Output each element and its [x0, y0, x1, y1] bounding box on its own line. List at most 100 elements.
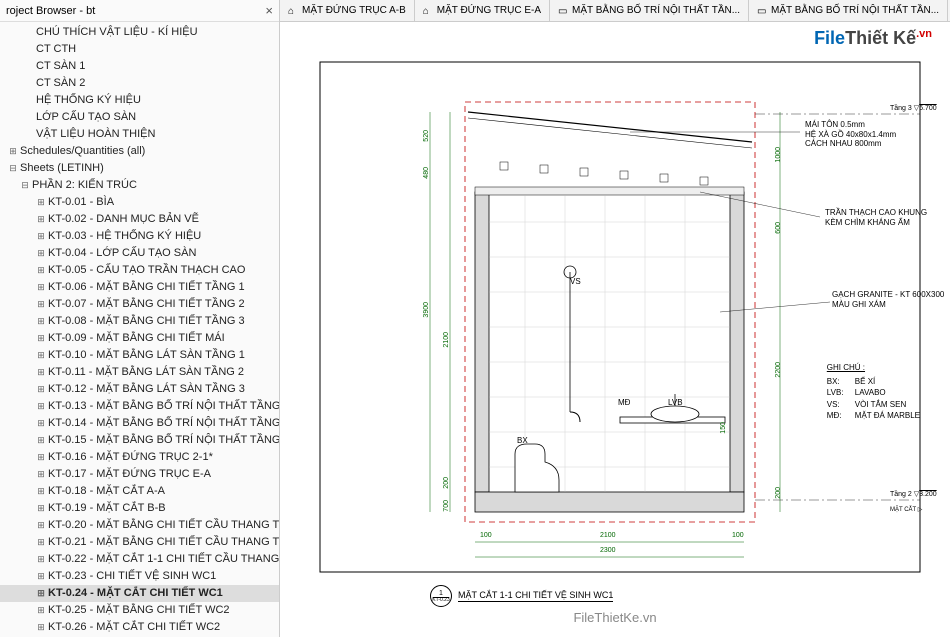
collapse-icon[interactable]: ⊟	[20, 178, 30, 193]
tree-item[interactable]: HỆ THỐNG KÝ HIỆU	[0, 92, 279, 109]
sheet-label: KT-0.11 - MẶT BẰNG LÁT SÀN TẦNG 2	[48, 366, 244, 378]
project-browser-panel[interactable]: roject Browser - bt × CHÚ THÍCH VẬT LIỆU…	[0, 0, 280, 637]
sheet-item[interactable]: ⊞KT-0.07 - MẶT BẰNG CHI TIẾT TẦNG 2	[0, 296, 279, 313]
dim: 2100	[443, 332, 450, 348]
tree-item[interactable]: CT SÀN 1	[0, 58, 279, 75]
content-area: ⌂MẶT ĐỨNG TRỤC A-B ⌂MẶT ĐỨNG TRỤC E-A ▭M…	[280, 0, 950, 637]
sheet-label: KT-0.26 - MẶT CẮT CHI TIẾT WC2	[48, 621, 220, 633]
sheet-item[interactable]: ⊞KT-0.16 - MẶT ĐỨNG TRỤC 2-1*	[0, 449, 279, 466]
section-marker: MẶT CẮT ▷	[890, 507, 922, 514]
tree-section[interactable]: ⊟PHẦN 2: KIẾN TRÚC	[0, 177, 279, 194]
browser-tree: CHÚ THÍCH VẬT LIỆU - KÍ HIỆU CT CTH CT S…	[0, 22, 279, 637]
close-icon[interactable]: ×	[265, 3, 273, 18]
sheet-label: KT-0.17 - MẶT ĐỨNG TRỤC E-A	[48, 468, 211, 480]
sheet-item[interactable]: ⊞KT-0.11 - MẶT BẰNG LÁT SÀN TẦNG 2	[0, 364, 279, 381]
sheet-item[interactable]: ⊞KT-0.12 - MẶT BẰNG LÁT SÀN TẦNG 3	[0, 381, 279, 398]
expand-icon[interactable]: ⊞	[36, 229, 46, 244]
level-marker-bottom: Tầng 2 ▽3.200	[890, 491, 937, 499]
expand-icon[interactable]: ⊞	[36, 535, 46, 550]
sheet-item[interactable]: ⊞KT-0.15 - MẶT BẰNG BỐ TRÍ NỘI THẤT TẦNG…	[0, 432, 279, 449]
view-title: 1 KT-0.23 MẶT CẮT 1-1 CHI TIẾT VỆ SINH W…	[430, 585, 613, 607]
tree-item[interactable]: VẬT LIỆU HOÀN THIỆN	[0, 126, 279, 143]
sheet-item[interactable]: ⊞KT-0.06 - MẶT BẰNG CHI TIẾT TẦNG 1	[0, 279, 279, 296]
expand-icon[interactable]: ⊞	[36, 246, 46, 261]
drawing-canvas[interactable]: FileThiết Kế.vn	[280, 22, 950, 637]
sheet-item[interactable]: ⊞KT-0.10 - MẶT BẰNG LÁT SÀN TẦNG 1	[0, 347, 279, 364]
sheet-item[interactable]: ⊞KT-0.08 - MẶT BẰNG CHI TIẾT TẦNG 3	[0, 313, 279, 330]
expand-icon[interactable]: ⊞	[36, 195, 46, 210]
expand-icon[interactable]: ⊞	[36, 348, 46, 363]
sheet-item[interactable]: ⊞KT-0.25 - MẶT BẰNG CHI TIẾT WC2	[0, 602, 279, 619]
tree-schedules[interactable]: ⊞Schedules/Quantities (all)	[0, 143, 279, 160]
expand-icon[interactable]: ⊞	[36, 433, 46, 448]
sheet-label: KT-0.24 - MẶT CẮT CHI TIẾT WC1	[48, 587, 223, 599]
expand-icon[interactable]: ⊞	[36, 331, 46, 346]
tree-sheets[interactable]: ⊟Sheets (LETINH)	[0, 160, 279, 177]
level-marker-top: Tầng 3 ▽6.700	[890, 105, 937, 113]
sheet-label: KT-0.15 - MẶT BẰNG BỐ TRÍ NỘI THẤT TẦNG …	[48, 434, 280, 446]
expand-icon[interactable]: ⊞	[36, 569, 46, 584]
expand-icon[interactable]: ⊞	[36, 416, 46, 431]
expand-icon[interactable]: ⊞	[36, 603, 46, 618]
section-drawing	[280, 22, 950, 637]
sheet-item[interactable]: ⊞KT-0.24 - MẶT CẮT CHI TIẾT WC1	[0, 585, 279, 602]
expand-icon[interactable]: ⊞	[36, 399, 46, 414]
browser-title: roject Browser - bt	[6, 5, 95, 17]
label-bx: BX	[517, 436, 528, 445]
collapse-icon[interactable]: ⊟	[8, 161, 18, 176]
sheet-label: KT-0.13 - MẶT BẰNG BỐ TRÍ NỘI THẤT TẦNG …	[48, 400, 280, 412]
label-md: MĐ	[618, 398, 630, 407]
expand-icon[interactable]: ⊞	[36, 450, 46, 465]
view-tab[interactable]: ⌂MẶT ĐỨNG TRỤC E-A	[415, 0, 550, 21]
sheet-item[interactable]: ⊞KT-0.21 - MẶT BẰNG CHI TIẾT CẦU THANG T…	[0, 534, 279, 551]
expand-icon[interactable]: ⊞	[36, 518, 46, 533]
tree-item[interactable]: LỚP CẤU TẠO SÀN	[0, 109, 279, 126]
view-tab[interactable]: ▭MẶT BẰNG BỐ TRÍ NỘI THẤT TẦN...	[550, 0, 749, 21]
sheet-item[interactable]: ⊞KT-0.05 - CẤU TẠO TRẦN THẠCH CAO	[0, 262, 279, 279]
sheet-item[interactable]: ⊞KT-0.18 - MẶT CẮT A-A	[0, 483, 279, 500]
sheet-item[interactable]: ⊞KT-0.03 - HỆ THỐNG KÝ HIỆU	[0, 228, 279, 245]
sheet-item[interactable]: ⊞KT-0.13 - MẶT BẰNG BỐ TRÍ NỘI THẤT TẦNG…	[0, 398, 279, 415]
expand-icon[interactable]: ⊞	[36, 501, 46, 516]
sheet-label: KT-0.07 - MẶT BẰNG CHI TIẾT TẦNG 2	[48, 298, 245, 310]
expand-icon[interactable]: ⊞	[36, 586, 46, 601]
sheet-label: KT-0.04 - LỚP CẤU TẠO SÀN	[48, 247, 196, 259]
sheet-item[interactable]: ⊞KT-0.19 - MẶT CẮT B-B	[0, 500, 279, 517]
expand-icon[interactable]: ⊞	[36, 212, 46, 227]
sheet-label: KT-0.08 - MẶT BẰNG CHI TIẾT TẦNG 3	[48, 315, 245, 327]
view-tab[interactable]: ▭MẶT BẰNG BỐ TRÍ NỘI THẤT TẦN...	[749, 0, 948, 21]
sheet-item[interactable]: ⊞KT-0.17 - MẶT ĐỨNG TRỤC E-A	[0, 466, 279, 483]
expand-icon[interactable]: ⊞	[36, 314, 46, 329]
sheet-label: KT-0.10 - MẶT BẰNG LÁT SÀN TẦNG 1	[48, 349, 245, 361]
expand-icon[interactable]: ⊞	[36, 484, 46, 499]
sheet-item[interactable]: ⊞KT-0.14 - MẶT BẰNG BỐ TRÍ NỘI THẤT TẦNG…	[0, 415, 279, 432]
sheet-item[interactable]: ⊞KT-0.26 - MẶT CẮT CHI TIẾT WC2	[0, 619, 279, 636]
expand-icon[interactable]: ⊞	[36, 297, 46, 312]
expand-icon[interactable]: ⊞	[36, 365, 46, 380]
sheet-item[interactable]: ⊞KT-0.01 - BÌA	[0, 194, 279, 211]
sheet-item[interactable]: ⊞KT-0.09 - MẶT BẰNG CHI TIẾT MÁI	[0, 330, 279, 347]
sheet-item[interactable]: ⊞KT-0.04 - LỚP CẤU TẠO SÀN	[0, 245, 279, 262]
tree-item[interactable]: CT SÀN 2	[0, 75, 279, 92]
expand-icon[interactable]: ⊞	[36, 552, 46, 567]
view-tab[interactable]: ⌂MẶT ĐỨNG TRỤC A-B	[280, 0, 415, 21]
sheet-label: KT-0.18 - MẶT CẮT A-A	[48, 485, 165, 497]
sheet-item[interactable]: ⊞KT-0.22 - MẶT CẮT 1-1 CHI TIẾT CẦU THAN…	[0, 551, 279, 568]
dim: 150	[720, 422, 727, 434]
expand-icon[interactable]: ⊞	[36, 620, 46, 635]
sheet-item[interactable]: ⊞KT-0.20 - MẶT BẰNG CHI TIẾT CẦU THANG T…	[0, 517, 279, 534]
sheet-label: KT-0.22 - MẶT CẮT 1-1 CHI TIẾT CẦU THANG	[48, 553, 279, 565]
expand-icon[interactable]: ⊞	[36, 280, 46, 295]
expand-icon[interactable]: ⊞	[8, 144, 18, 159]
annotation-ceiling: TRẦN THẠCH CAO KHUNG KÈM CHÌM KHÁNG ẨM	[825, 208, 927, 227]
expand-icon[interactable]: ⊞	[36, 467, 46, 482]
tree-item[interactable]: CT CTH	[0, 41, 279, 58]
tree-item[interactable]: CHÚ THÍCH VẬT LIỆU - KÍ HIỆU	[0, 24, 279, 41]
expand-icon[interactable]: ⊞	[36, 263, 46, 278]
sheet-item[interactable]: ⊞KT-0.23 - CHI TIẾT VỆ SINH WC1	[0, 568, 279, 585]
sheet-label: KT-0.25 - MẶT BẰNG CHI TIẾT WC2	[48, 604, 230, 616]
expand-icon[interactable]: ⊞	[36, 382, 46, 397]
dim: 2300	[600, 547, 616, 554]
sheet-item[interactable]: ⊞KT-0.02 - DANH MỤC BẢN VẼ	[0, 211, 279, 228]
dim: 2200	[775, 362, 782, 378]
